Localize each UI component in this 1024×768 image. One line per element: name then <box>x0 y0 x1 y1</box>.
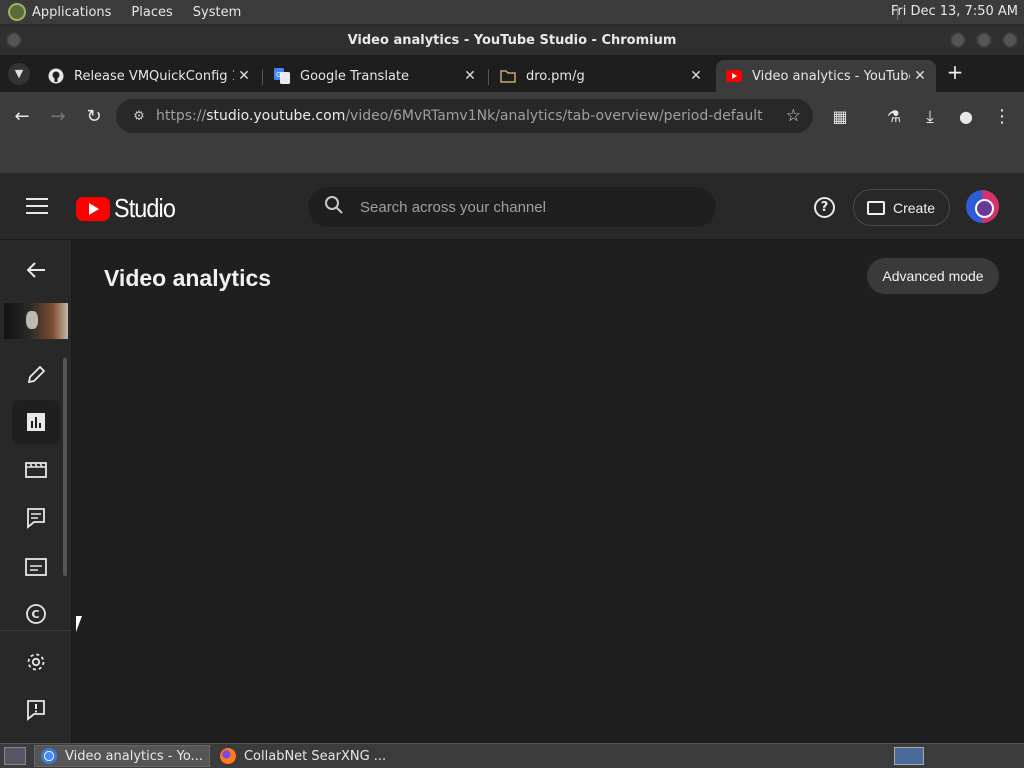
minimize-icon[interactable] <box>950 32 966 48</box>
browser-menu-kebab-icon[interactable]: ⋮ <box>990 105 1014 129</box>
chromium-icon <box>41 748 57 764</box>
window-title: Video analytics - YouTube Studio - Chrom… <box>347 32 677 48</box>
taskbar-item-label: Video analytics - Yo... <box>65 748 203 764</box>
editor-icon[interactable] <box>12 448 60 492</box>
tab-label: dro.pm/g <box>526 68 585 84</box>
taskbar: Video analytics - Yo... CollabNet SearXN… <box>0 743 1024 768</box>
tab-divider <box>262 69 263 85</box>
tab-dro-pm[interactable]: dro.pm/g ✕ <box>490 60 712 92</box>
applications-menu[interactable]: Applications <box>32 5 111 20</box>
settings-gear-icon[interactable] <box>12 640 60 684</box>
tab-close-icon[interactable]: ✕ <box>910 68 930 84</box>
bookmark-star-icon[interactable]: ☆ <box>786 106 801 126</box>
advanced-mode-button[interactable]: Advanced mode <box>867 258 999 294</box>
profile-icon[interactable]: ● <box>954 105 978 129</box>
tray-chromium-icon[interactable] <box>894 747 924 765</box>
taskbar-item-firefox[interactable]: CollabNet SearXNG ... <box>214 745 392 767</box>
main-content: Video analytics Advanced mode <box>72 240 1024 743</box>
search-input[interactable] <box>360 198 690 216</box>
tab-release-vmquickconfig[interactable]: Release VMQuickConfig 1.0 ✕ <box>38 60 260 92</box>
labs-flask-icon[interactable]: ⚗ <box>882 105 906 129</box>
comments-icon[interactable] <box>12 496 60 540</box>
back-icon[interactable]: ← <box>10 105 34 129</box>
channel-search[interactable] <box>308 187 716 227</box>
studio-logo[interactable]: Studio <box>76 193 182 224</box>
screen: Applications Places System Fri Dec 13, 7… <box>0 0 1024 768</box>
tab-divider <box>488 69 489 85</box>
system-top-panel: Applications Places System Fri Dec 13, 7… <box>0 0 1024 25</box>
maximize-icon[interactable] <box>976 32 992 48</box>
rail-scrollbar[interactable] <box>63 358 67 576</box>
subtitles-icon[interactable] <box>12 545 60 589</box>
channel-avatar[interactable] <box>966 190 999 223</box>
folder-icon <box>500 70 516 83</box>
feedback-icon[interactable] <box>12 688 60 732</box>
tab-strip: ▼ Release VMQuickConfig 1.0 ✕ G Google T… <box>0 55 1024 92</box>
search-icon[interactable] <box>308 195 360 220</box>
tab-label: Release VMQuickConfig 1.0 <box>74 68 234 84</box>
studio-brand: Studio <box>114 193 176 223</box>
tab-close-icon[interactable]: ✕ <box>686 68 706 84</box>
show-desktop-icon[interactable] <box>4 747 26 765</box>
places-menu[interactable]: Places <box>131 5 172 20</box>
analytics-icon[interactable] <box>12 400 60 444</box>
details-pencil-icon[interactable] <box>12 353 60 397</box>
youtube-play-icon <box>76 196 110 221</box>
left-rail: C <box>0 240 72 743</box>
tab-google-translate[interactable]: G Google Translate ✕ <box>264 60 486 92</box>
new-tab-plus-icon[interactable]: + <box>944 61 966 83</box>
google-translate-icon: G <box>274 68 290 84</box>
github-icon <box>48 68 64 84</box>
youtube-icon <box>726 70 742 82</box>
address-bar[interactable]: ⚙ https://studio.youtube.com/video/6MvRT… <box>116 99 813 133</box>
distro-logo-icon[interactable] <box>8 3 26 21</box>
clock[interactable]: Fri Dec 13, 7:50 AM <box>891 4 1018 19</box>
site-settings-icon[interactable]: ⚙ <box>122 109 156 124</box>
svg-text:C: C <box>32 608 40 621</box>
taskbar-item-label: CollabNet SearXNG ... <box>243 748 387 764</box>
tab-search-chevron-icon[interactable]: ▼ <box>8 63 30 85</box>
tab-close-icon[interactable]: ✕ <box>234 68 254 84</box>
mouse-cursor-icon <box>76 616 82 632</box>
bookmarks-bar <box>0 142 1024 174</box>
back-arrow-icon[interactable] <box>12 248 60 292</box>
system-menu[interactable]: System <box>193 5 241 20</box>
downloads-icon[interactable]: ⤓ <box>918 105 942 129</box>
tab-label: Video analytics - YouTube Studio <box>752 68 910 84</box>
create-label: Create <box>893 199 936 216</box>
help-icon[interactable]: ? <box>814 197 835 218</box>
firefox-icon <box>219 748 236 764</box>
studio-header: Studio ? Create <box>0 174 1024 240</box>
url-text[interactable]: https://studio.youtube.com/video/6MvRTam… <box>156 108 763 124</box>
svg-text:G: G <box>276 71 281 79</box>
tab-label: Google Translate <box>300 68 410 84</box>
extensions-icon[interactable]: ▦ <box>828 105 852 129</box>
create-video-plus-icon <box>867 200 885 215</box>
window-menu-icon[interactable] <box>6 32 22 48</box>
hamburger-menu-icon[interactable] <box>26 198 48 216</box>
taskbar-item-chromium[interactable]: Video analytics - Yo... <box>34 745 210 767</box>
video-thumbnail[interactable] <box>4 303 68 339</box>
tab-close-icon[interactable]: ✕ <box>460 68 480 84</box>
forward-icon[interactable]: → <box>46 105 70 129</box>
rail-divider <box>0 630 72 631</box>
close-window-icon[interactable] <box>1002 32 1018 48</box>
create-button[interactable]: Create <box>853 189 950 226</box>
page-title: Video analytics <box>104 265 272 291</box>
browser-toolbar: ← → ↻ ⚙ https://studio.youtube.com/video… <box>0 92 1024 142</box>
reload-icon[interactable]: ↻ <box>82 105 106 129</box>
tab-video-analytics[interactable]: Video analytics - YouTube Studio ✕ <box>716 60 936 92</box>
window-titlebar[interactable]: Video analytics - YouTube Studio - Chrom… <box>0 25 1024 55</box>
